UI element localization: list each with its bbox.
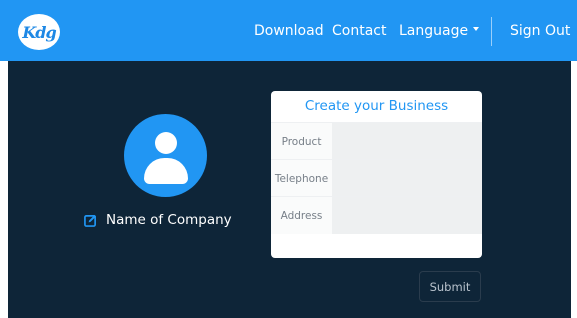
card-title: Create your Business (304, 98, 449, 114)
avatar-body (144, 158, 188, 184)
company-name-row: Name of Company (84, 212, 232, 228)
product-row: Product (271, 122, 482, 160)
nav-divider (491, 17, 492, 46)
address-input[interactable] (332, 197, 482, 234)
telephone-label: Telephone (271, 160, 332, 197)
sign-out-link[interactable]: Sign Out (510, 22, 570, 40)
app-logo[interactable]: Kdg (18, 14, 60, 50)
product-label: Product (271, 123, 332, 160)
product-input[interactable] (332, 123, 482, 160)
telephone-input[interactable] (332, 160, 482, 197)
edit-icon[interactable] (84, 214, 97, 227)
top-navbar: Kdg Download Contact Language Sign Out (0, 0, 577, 61)
create-business-card: Create your Business Product Telephone A… (271, 91, 482, 258)
nav-language-label: Language (399, 23, 469, 39)
nav-language-dropdown[interactable]: Language (399, 22, 480, 40)
user-icon[interactable] (124, 114, 207, 197)
address-label: Address (271, 197, 332, 234)
submit-button[interactable]: Submit (419, 271, 481, 302)
address-row: Address (271, 196, 482, 234)
avatar-head (155, 132, 177, 154)
company-name: Name of Company (106, 212, 232, 228)
caret-down-icon (473, 27, 480, 31)
telephone-row: Telephone (271, 159, 482, 197)
nav-link-contact[interactable]: Contact (332, 22, 386, 40)
nav-link-download[interactable]: Download (254, 22, 324, 40)
